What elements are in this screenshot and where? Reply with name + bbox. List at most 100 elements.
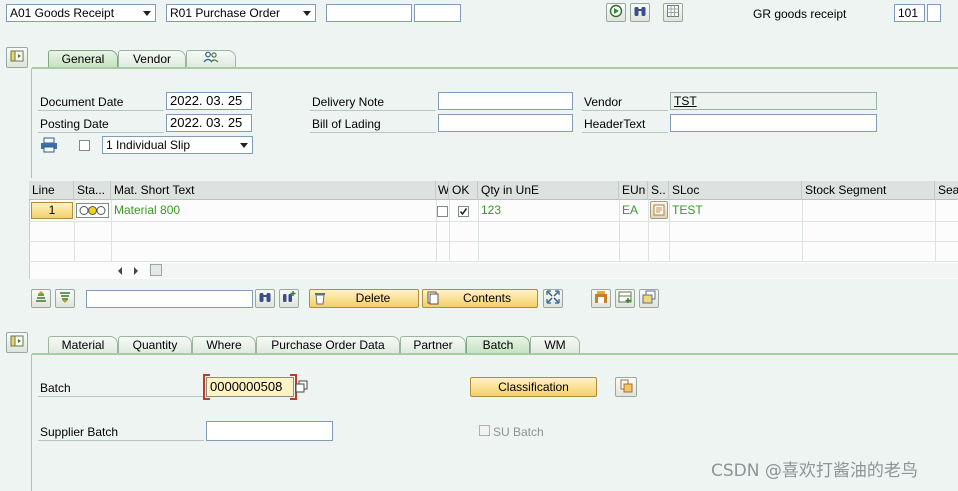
document-date-field[interactable]: 2022. 03. 25 <box>166 92 252 110</box>
expand-all-button[interactable] <box>31 289 51 308</box>
batch-detail-button[interactable] <box>615 377 637 397</box>
execute-button[interactable] <box>606 3 626 22</box>
col-header-line[interactable]: Line <box>29 181 74 200</box>
bill-of-lading-label: Bill of Lading <box>312 117 381 131</box>
scroll-left-icon[interactable] <box>116 265 124 275</box>
print-version-value: 1 Individual Slip <box>106 138 191 152</box>
detail-panel-border <box>31 354 32 491</box>
action-select[interactable]: A01 Goods Receipt <box>6 4 156 22</box>
row-w-checkbox[interactable] <box>437 206 448 217</box>
stock-overview-button[interactable] <box>591 289 611 308</box>
col-header-sloc[interactable]: SLoc <box>669 181 802 200</box>
tab-partner[interactable]: Partner <box>400 336 466 353</box>
delete-button-label: Delete <box>355 291 391 305</box>
delivery-note-field[interactable] <box>438 92 573 110</box>
find-item-button[interactable] <box>255 289 275 308</box>
tab-vendor[interactable]: Vendor <box>118 50 186 67</box>
label-underline <box>38 396 204 397</box>
col-header-mat-short-text[interactable]: Mat. Short Text <box>111 181 436 200</box>
batch-highlight-frame <box>203 374 297 400</box>
find-next-button[interactable] <box>279 289 299 308</box>
row-material-text[interactable]: Material 800 <box>111 201 180 220</box>
collapse-all-button[interactable] <box>55 289 75 308</box>
tab-where[interactable]: Where <box>192 336 256 353</box>
header-panel-divider <box>32 67 958 69</box>
layout-button[interactable] <box>663 3 683 22</box>
delete-button[interactable]: Delete <box>309 289 419 308</box>
batch-label: Batch <box>40 381 71 395</box>
col-header-s[interactable]: S.. <box>648 181 669 200</box>
reference-select-value: R01 Purchase Order <box>170 6 281 20</box>
su-batch-checkbox[interactable] <box>479 425 490 436</box>
col-header-qty[interactable]: Qty in UnE <box>478 181 619 200</box>
tab-partner-icon[interactable] <box>186 50 236 67</box>
col-header-status[interactable]: Sta... <box>74 181 111 200</box>
col-header-sea[interactable]: Sea <box>935 181 958 200</box>
label-underline <box>38 110 164 111</box>
contents-button[interactable]: Contents <box>422 289 538 308</box>
row-ok-checkbox[interactable] <box>458 206 469 217</box>
chevron-down-icon <box>236 137 252 153</box>
document-stack-icon <box>651 204 667 221</box>
posting-date-label: Posting Date <box>40 117 109 131</box>
order-number-field[interactable] <box>326 4 412 22</box>
col-header-stock-segment[interactable]: Stock Segment <box>802 181 935 200</box>
status-traffic-light[interactable] <box>76 203 109 218</box>
grid-row-line <box>29 221 958 222</box>
warehouse-icon <box>594 290 608 307</box>
stock-type-button[interactable] <box>650 201 668 219</box>
tab-general[interactable]: General <box>48 50 118 67</box>
label-underline <box>310 110 436 111</box>
tab-quantity[interactable]: Quantity <box>118 336 192 353</box>
grid-col-line <box>802 200 803 262</box>
posting-date-field[interactable]: 2022. 03. 25 <box>166 114 252 132</box>
grid-col-line <box>935 200 936 262</box>
item-search-field[interactable] <box>86 290 253 308</box>
tab-purchase-order-data[interactable]: Purchase Order Data <box>256 336 400 353</box>
movement-type-label: GR goods receipt <box>753 7 847 21</box>
batch-detail-icon <box>619 379 633 396</box>
select-all-button[interactable] <box>543 289 563 308</box>
binoculars-icon <box>633 4 647 21</box>
collapse-panel-icon <box>10 334 24 351</box>
expand-arrows-icon <box>546 290 560 307</box>
row-eun[interactable]: EA <box>619 201 638 220</box>
print-checkbox[interactable] <box>79 140 90 151</box>
print-button[interactable] <box>40 137 58 153</box>
scrollbar-thumb[interactable] <box>150 264 162 276</box>
supplier-batch-label: Supplier Batch <box>40 425 119 439</box>
col-header-ok[interactable]: OK <box>449 181 478 200</box>
grid-col-line <box>648 200 649 262</box>
row-sloc[interactable]: TEST <box>669 201 703 220</box>
movement-extra-field[interactable] <box>927 4 941 22</box>
tab-material[interactable]: Material <box>48 336 118 353</box>
horizontal-scrollbar[interactable] <box>149 263 958 278</box>
col-header-eun[interactable]: EUn <box>619 181 648 200</box>
insert-row-button[interactable] <box>615 289 635 308</box>
row-qty[interactable]: 123 <box>478 201 501 220</box>
contents-button-label: Contents <box>462 291 512 305</box>
traffic-light-icon <box>77 206 108 220</box>
reference-select[interactable]: R01 Purchase Order <box>166 4 316 22</box>
vendor-field[interactable]: TST <box>670 92 877 110</box>
detail-toggle-button[interactable] <box>6 332 28 353</box>
chevron-down-icon <box>139 5 155 21</box>
row-line-button[interactable]: 1 <box>31 202 73 219</box>
order-item-field[interactable] <box>414 4 461 22</box>
print-version-select[interactable]: 1 Individual Slip <box>102 136 253 154</box>
supplier-batch-field[interactable] <box>206 421 333 441</box>
copy-icon <box>642 290 656 307</box>
copy-icon <box>295 380 309 397</box>
tab-batch[interactable]: Batch <box>466 336 530 353</box>
find-button[interactable] <box>630 3 650 22</box>
batch-copy-button[interactable] <box>295 380 309 394</box>
tab-wm[interactable]: WM <box>530 336 580 353</box>
classification-button[interactable]: Classification <box>470 377 597 397</box>
movement-type-field[interactable]: 101 <box>894 4 925 22</box>
copy-row-button[interactable] <box>639 289 659 308</box>
header-toggle-button[interactable] <box>6 47 28 68</box>
header-text-field[interactable] <box>670 114 877 132</box>
scroll-right-icon[interactable] <box>132 265 140 275</box>
col-header-w[interactable]: W <box>436 181 449 200</box>
bill-of-lading-field[interactable] <box>438 114 573 132</box>
